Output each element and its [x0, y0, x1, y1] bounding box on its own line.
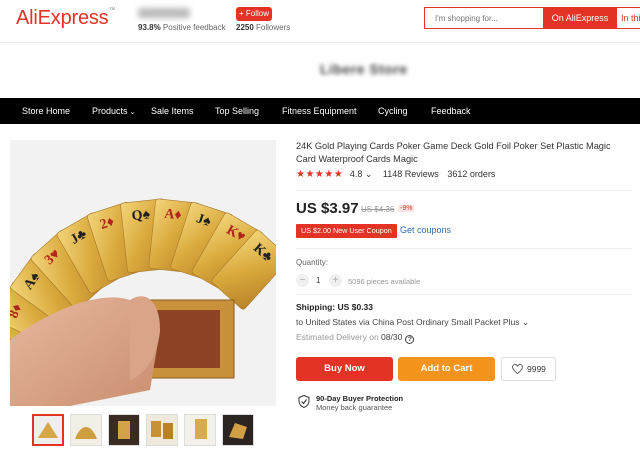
- nav-cycling[interactable]: Cycling: [378, 98, 408, 124]
- shipping-cost: Shipping: US $0.33: [296, 302, 373, 312]
- quantity-available: 5096 pieces available: [348, 277, 421, 286]
- product-title: 24K Gold Playing Cards Poker Game Deck G…: [296, 141, 611, 164]
- followers-count: 2250 Followers: [236, 23, 291, 32]
- thumbnail-4[interactable]: [146, 414, 178, 446]
- heart-icon: [512, 363, 523, 375]
- search-bar: On AliExpress In this store: [424, 7, 640, 29]
- divider: [296, 248, 632, 249]
- quantity-label: Quantity:: [296, 258, 329, 267]
- divider: [296, 190, 632, 191]
- orders-count: 3612 orders: [447, 169, 496, 179]
- new-user-coupon: US $2.00 New User Coupon: [296, 224, 397, 238]
- thumbnail-6[interactable]: [222, 414, 254, 446]
- aliexpress-logo[interactable]: AliExpress™: [16, 7, 115, 30]
- shipping-method[interactable]: to United States via China Post Ordinary…: [296, 317, 529, 328]
- rating-value[interactable]: 4.8 ⌄: [350, 169, 373, 179]
- thumbnail-2[interactable]: [70, 414, 102, 446]
- buyer-protection-title: 90-Day Buyer Protection: [316, 394, 404, 403]
- search-aliexpress-button[interactable]: On AliExpress: [543, 8, 617, 28]
- nav-fitness-equipment[interactable]: Fitness Equipment: [282, 98, 357, 124]
- nav-sale-items[interactable]: Sale Items: [151, 98, 194, 124]
- divider: [296, 294, 632, 295]
- wishlist-button[interactable]: 9999: [501, 357, 556, 381]
- positive-feedback: 93.8% Positive feedback: [138, 23, 226, 32]
- estimated-delivery: Estimated Delivery on 08/30?: [296, 332, 415, 344]
- site-header: AliExpress™ 93.8% Positive feedback + Fo…: [0, 0, 640, 42]
- quantity-decrease-button[interactable]: −: [296, 274, 309, 287]
- shield-check-icon: [298, 395, 310, 408]
- nav-store-home[interactable]: Store Home: [22, 98, 70, 124]
- quantity-value[interactable]: 1: [316, 276, 320, 285]
- gold-cards-photo: 7♥ 8♦ A♠ 3♥ J♣ 2♦ Q♠ A♦ J♠ K♥ K♣: [10, 140, 276, 406]
- quantity-increase-button[interactable]: +: [329, 274, 342, 287]
- search-input[interactable]: [425, 8, 543, 28]
- product-main-image[interactable]: 7♥ 8♦ A♠ 3♥ J♣ 2♦ Q♠ A♦ J♠ K♥ K♣: [10, 140, 276, 406]
- store-nav: Store Home Products ⌄ Sale Items Top Sell…: [0, 98, 640, 124]
- buy-now-button[interactable]: Buy Now: [296, 357, 393, 381]
- add-to-cart-button[interactable]: Add to Cart: [398, 357, 495, 381]
- store-banner-title: Libere Store: [320, 61, 408, 77]
- search-store-button[interactable]: In this store: [617, 8, 640, 28]
- nav-products[interactable]: Products ⌄: [92, 98, 135, 124]
- get-coupons-link[interactable]: Get coupons: [400, 225, 451, 235]
- store-name-blurred[interactable]: [138, 8, 190, 18]
- buyer-protection-detail: Money back guarantee: [316, 403, 393, 412]
- svg-text:Q♠: Q♠: [131, 207, 151, 224]
- thumbnail-3[interactable]: [108, 414, 140, 446]
- rating-row: ★★★★★ 4.8 ⌄ 1148 Reviews 3612 orders: [296, 169, 495, 181]
- thumbnail-1[interactable]: [32, 414, 64, 446]
- chevron-down-icon: ⌄: [521, 317, 529, 327]
- follow-button[interactable]: + Follow: [236, 7, 272, 21]
- thumbnail-5[interactable]: [184, 414, 216, 446]
- help-icon[interactable]: ?: [405, 335, 415, 344]
- svg-text:A♦: A♦: [164, 207, 183, 224]
- discount-badge: -9%: [398, 205, 415, 212]
- star-rating-icon: ★★★★★: [296, 169, 344, 180]
- current-price: US $3.97: [296, 200, 359, 217]
- original-price: US $4.36: [361, 205, 395, 214]
- nav-top-selling[interactable]: Top Selling: [215, 98, 259, 124]
- thumbnail-strip: [32, 414, 272, 446]
- reviews-link[interactable]: 1148 Reviews: [383, 169, 439, 179]
- chevron-down-icon: ⌄: [129, 109, 136, 116]
- nav-feedback[interactable]: Feedback: [431, 98, 471, 124]
- store-banner: Libere Store: [0, 43, 640, 98]
